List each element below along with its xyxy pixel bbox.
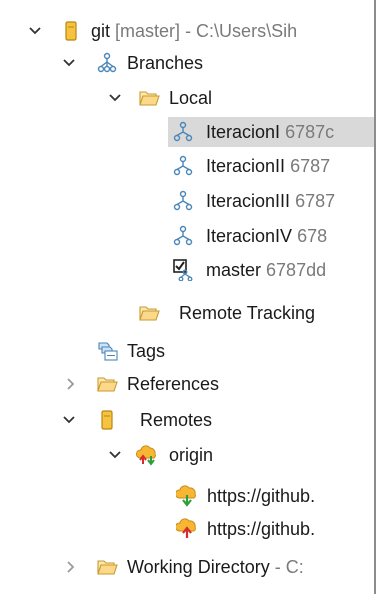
chevron-down-icon[interactable]: [28, 24, 42, 38]
tree-item-repository[interactable]: git [master] - C:\Users\Sih: [0, 16, 376, 46]
tree-item-working-directory[interactable]: Working Directory - C:: [0, 552, 376, 582]
branches-label: Branches: [127, 53, 204, 73]
working-directory-path: - C:: [274, 557, 304, 577]
remote-url: https://github.: [207, 519, 316, 539]
checked-out-branch-icon: [173, 259, 193, 281]
tree-item-branch-iteracion-iii[interactable]: IteracionIII 6787: [0, 186, 376, 216]
branch-name: IteracionII: [206, 156, 286, 176]
folder-open-icon: [97, 560, 118, 575]
references-label: References: [127, 374, 220, 394]
branch-commit: 6787: [295, 191, 336, 211]
chevron-right-icon[interactable]: [64, 377, 78, 391]
tags-icon: [98, 342, 118, 361]
chevron-down-icon[interactable]: [62, 413, 76, 427]
tree-item-push-url[interactable]: https://github.: [0, 514, 376, 544]
remotes-label: Remotes: [140, 410, 213, 430]
branch-icon: [173, 155, 193, 176]
tree-item-branch-iteracion-iv[interactable]: IteracionIV 678: [0, 221, 376, 251]
chevron-down-icon[interactable]: [108, 91, 122, 105]
tags-label: Tags: [127, 341, 166, 361]
tree-item-references[interactable]: References: [0, 369, 376, 399]
tree-item-origin[interactable]: origin: [0, 440, 376, 470]
chevron-right-icon[interactable]: [64, 560, 78, 574]
branch-name: master: [206, 260, 262, 280]
tree-item-branch-iteracion-i[interactable]: IteracionI 6787c: [0, 117, 376, 147]
tree-item-remotes[interactable]: Remotes: [0, 405, 376, 435]
remote-url: https://github.: [207, 486, 316, 506]
branch-commit: 678: [297, 226, 328, 246]
branch-name: IteracionI: [206, 122, 281, 142]
branch-name: IteracionIV: [206, 226, 293, 246]
branch-commit: 6787dd: [266, 260, 327, 280]
repository-path: - C:\Users\Sih: [185, 21, 298, 41]
folder-open-icon: [139, 91, 160, 106]
tree-item-tags[interactable]: Tags: [0, 336, 376, 366]
repository-name: git: [91, 21, 111, 41]
tree-item-branches[interactable]: Branches: [0, 48, 376, 78]
branch-icon: [173, 121, 193, 142]
repository-icon: [65, 21, 77, 41]
remotes-icon: [101, 410, 113, 430]
tree-item-branch-iteracion-ii[interactable]: IteracionII 6787: [0, 151, 376, 181]
branches-icon: [97, 52, 117, 73]
push-url-icon: [176, 518, 196, 538]
remote-tracking-label: Remote Tracking: [179, 303, 316, 323]
branch-icon: [173, 225, 193, 246]
branch-name: IteracionIII: [206, 191, 291, 211]
tree-item-local[interactable]: Local: [0, 83, 376, 113]
branch-commit: 6787c: [285, 122, 335, 142]
local-label: Local: [169, 88, 213, 108]
git-repositories-tree: git [master] - C:\Users\Sih Branches Loc…: [0, 0, 376, 594]
fetch-url-icon: [176, 485, 196, 507]
chevron-down-icon[interactable]: [62, 56, 76, 70]
remote-origin-icon: [136, 445, 156, 466]
tree-item-branch-master[interactable]: master 6787dd: [0, 255, 376, 285]
repository-branch: [master]: [115, 21, 181, 41]
tree-item-fetch-url[interactable]: https://github.: [0, 481, 376, 511]
folder-open-icon: [97, 377, 118, 392]
chevron-down-icon[interactable]: [108, 448, 122, 462]
tree-item-remote-tracking[interactable]: Remote Tracking: [0, 298, 376, 328]
working-directory-label: Working Directory: [127, 557, 270, 577]
branch-commit: 6787: [290, 156, 331, 176]
branch-icon: [173, 190, 193, 211]
origin-label: origin: [169, 445, 214, 465]
folder-open-icon: [139, 306, 160, 321]
